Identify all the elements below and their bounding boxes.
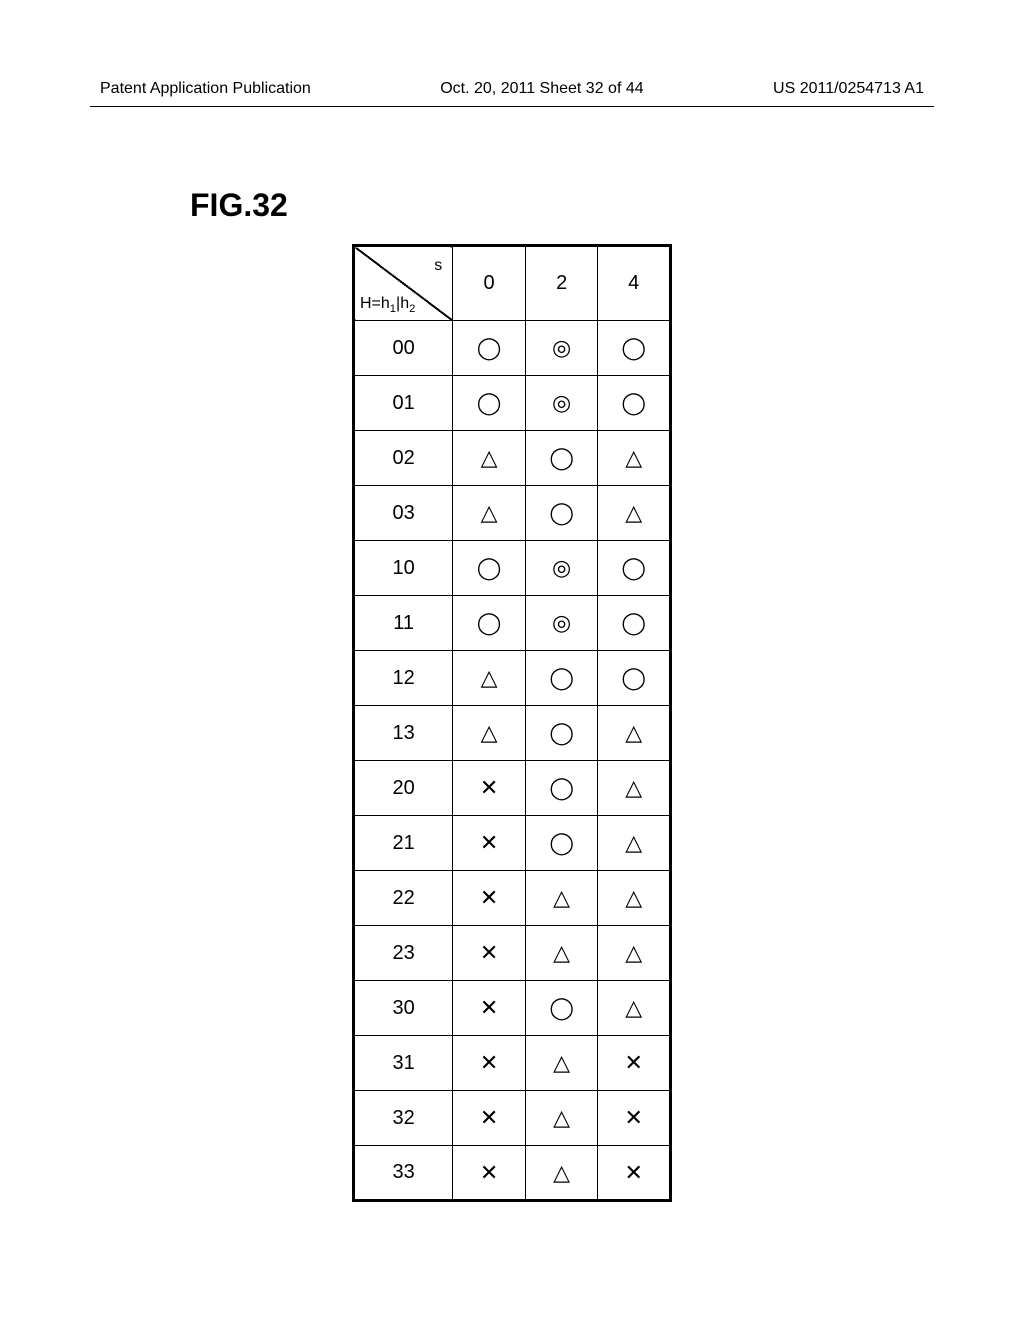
header-left: Patent Application Publication — [100, 80, 311, 98]
row-header: 13 — [354, 706, 453, 761]
table-row: 33✕△✕ — [354, 1146, 671, 1201]
triangle-icon: △ — [525, 1146, 598, 1201]
circle-icon: ◯ — [525, 816, 598, 871]
figure-label: FIG.32 — [190, 187, 934, 224]
triangle-icon: △ — [525, 926, 598, 981]
data-table: s H=h1|h2 0 2 4 00◯◎◯01◯◎◯02△◯△03△◯△10◯◎… — [352, 244, 672, 1202]
col-header-0: 0 — [453, 246, 526, 321]
table-row: 23✕△△ — [354, 926, 671, 981]
header-center: Oct. 20, 2011 Sheet 32 of 44 — [440, 80, 643, 98]
diag-header-cell: s H=h1|h2 — [354, 246, 453, 321]
row-header: 10 — [354, 541, 453, 596]
double-circle-icon: ◎ — [525, 541, 598, 596]
circle-icon: ◯ — [453, 541, 526, 596]
row-header: 31 — [354, 1036, 453, 1091]
cross-icon: ✕ — [453, 816, 526, 871]
triangle-icon: △ — [598, 431, 671, 486]
cross-icon: ✕ — [598, 1146, 671, 1201]
circle-icon: ◯ — [598, 376, 671, 431]
circle-icon: ◯ — [598, 321, 671, 376]
row-header: 23 — [354, 926, 453, 981]
circle-icon: ◯ — [453, 376, 526, 431]
triangle-icon: △ — [525, 1036, 598, 1091]
col-header-4: 4 — [598, 246, 671, 321]
cross-icon: ✕ — [453, 1146, 526, 1201]
cross-icon: ✕ — [453, 871, 526, 926]
circle-icon: ◯ — [525, 431, 598, 486]
circle-icon: ◯ — [525, 486, 598, 541]
double-circle-icon: ◎ — [525, 321, 598, 376]
triangle-icon: △ — [525, 871, 598, 926]
row-header: 12 — [354, 651, 453, 706]
diag-top-label: s — [434, 257, 442, 275]
row-header: 03 — [354, 486, 453, 541]
table-row: 11◯◎◯ — [354, 596, 671, 651]
table-row: 21✕◯△ — [354, 816, 671, 871]
page: Patent Application Publication Oct. 20, … — [0, 0, 1024, 1320]
row-header: 01 — [354, 376, 453, 431]
cross-icon: ✕ — [453, 1036, 526, 1091]
triangle-icon: △ — [453, 431, 526, 486]
row-header: 02 — [354, 431, 453, 486]
triangle-icon: △ — [453, 651, 526, 706]
cross-icon: ✕ — [453, 761, 526, 816]
triangle-icon: △ — [598, 981, 671, 1036]
table-row: 31✕△✕ — [354, 1036, 671, 1091]
row-header: 20 — [354, 761, 453, 816]
table-row: 00◯◎◯ — [354, 321, 671, 376]
diag-bottom-label: H=h1|h2 — [360, 295, 415, 315]
table-row: 20✕◯△ — [354, 761, 671, 816]
header-line: Patent Application Publication Oct. 20, … — [90, 80, 934, 107]
circle-icon: ◯ — [453, 596, 526, 651]
circle-icon: ◯ — [525, 981, 598, 1036]
triangle-icon: △ — [598, 871, 671, 926]
row-header: 21 — [354, 816, 453, 871]
circle-icon: ◯ — [525, 761, 598, 816]
row-header: 30 — [354, 981, 453, 1036]
triangle-icon: △ — [598, 816, 671, 871]
cross-icon: ✕ — [453, 1091, 526, 1146]
circle-icon: ◯ — [525, 706, 598, 761]
header-right: US 2011/0254713 A1 — [773, 80, 924, 98]
table-row: 03△◯△ — [354, 486, 671, 541]
circle-icon: ◯ — [598, 651, 671, 706]
cross-icon: ✕ — [453, 981, 526, 1036]
circle-icon: ◯ — [598, 596, 671, 651]
table-row: 13△◯△ — [354, 706, 671, 761]
triangle-icon: △ — [453, 486, 526, 541]
row-header: 11 — [354, 596, 453, 651]
double-circle-icon: ◎ — [525, 376, 598, 431]
row-header: 32 — [354, 1091, 453, 1146]
triangle-icon: △ — [525, 1091, 598, 1146]
table-body: 00◯◎◯01◯◎◯02△◯△03△◯△10◯◎◯11◯◎◯12△◯◯13△◯△… — [354, 321, 671, 1201]
circle-icon: ◯ — [598, 541, 671, 596]
cross-icon: ✕ — [453, 926, 526, 981]
cross-icon: ✕ — [598, 1036, 671, 1091]
table-row: 30✕◯△ — [354, 981, 671, 1036]
triangle-icon: △ — [453, 706, 526, 761]
table-row: 32✕△✕ — [354, 1091, 671, 1146]
row-header: 00 — [354, 321, 453, 376]
triangle-icon: △ — [598, 761, 671, 816]
cross-icon: ✕ — [598, 1091, 671, 1146]
table-row: 22✕△△ — [354, 871, 671, 926]
circle-icon: ◯ — [525, 651, 598, 706]
double-circle-icon: ◎ — [525, 596, 598, 651]
row-header: 33 — [354, 1146, 453, 1201]
table-row: 02△◯△ — [354, 431, 671, 486]
table-row: 12△◯◯ — [354, 651, 671, 706]
triangle-icon: △ — [598, 926, 671, 981]
triangle-icon: △ — [598, 706, 671, 761]
row-header: 22 — [354, 871, 453, 926]
table-wrap: s H=h1|h2 0 2 4 00◯◎◯01◯◎◯02△◯△03△◯△10◯◎… — [352, 244, 672, 1202]
col-header-2: 2 — [525, 246, 598, 321]
triangle-icon: △ — [598, 486, 671, 541]
circle-icon: ◯ — [453, 321, 526, 376]
table-row: 10◯◎◯ — [354, 541, 671, 596]
table-header-row: s H=h1|h2 0 2 4 — [354, 246, 671, 321]
table-row: 01◯◎◯ — [354, 376, 671, 431]
